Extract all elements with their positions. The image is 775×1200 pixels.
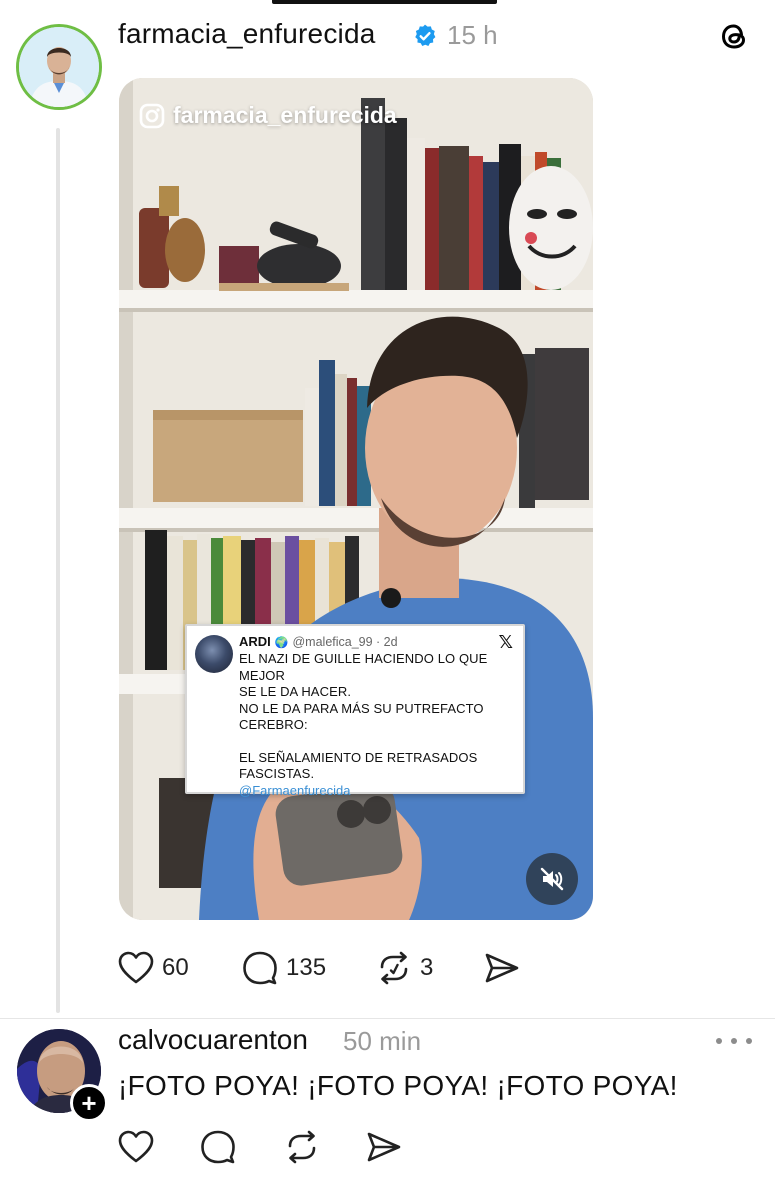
- tweet-author-name: ARDI: [239, 634, 271, 649]
- reply-actions: [118, 1126, 402, 1168]
- more-dots-icon[interactable]: [716, 1035, 752, 1047]
- reply-count: 135: [286, 954, 327, 981]
- post-timestamp: 15 h: [447, 20, 498, 50]
- tweet-handle: @malefica_99 · 2d: [292, 635, 398, 649]
- reply-author-username[interactable]: calvocuarenton: [118, 1024, 308, 1056]
- watermark-username: farmacia_enfurecida: [173, 102, 397, 128]
- speaker-muted-icon: [540, 867, 564, 891]
- verified-badge-icon: [415, 24, 436, 46]
- tweet-avatar: [195, 635, 233, 673]
- reply-like-button[interactable]: [118, 1130, 200, 1164]
- like-count: 60: [162, 954, 189, 981]
- tweet-line: NO LE DA PARA MÁS SU PUTREFACTO: [239, 700, 484, 716]
- tweet-line: EL NAZI DE GUILLE HACIENDO LO QUE MEJOR: [239, 651, 488, 683]
- tweet-text: EL NAZI DE GUILLE HACIENDO LO QUE MEJOR …: [239, 651, 513, 783]
- repost-icon: [380, 951, 408, 985]
- author-username[interactable]: farmacia_enfurecida: [118, 18, 376, 50]
- heart-icon: [118, 1130, 154, 1163]
- tweet-line: SE LE DA HACER.: [239, 684, 352, 699]
- follow-plus-button[interactable]: +: [70, 1084, 108, 1122]
- threads-logo-icon[interactable]: [716, 18, 752, 54]
- video-watermark: farmacia_enfurecida: [139, 102, 397, 129]
- reply-timestamp: 50 min: [343, 1026, 422, 1056]
- reply-text: ¡FOTO POYA! ¡FOTO POYA! ¡FOTO POYA!: [118, 1070, 678, 1101]
- post-actions: 60 135 3: [118, 946, 520, 990]
- reply-repost-button[interactable]: [284, 1130, 366, 1164]
- like-button[interactable]: 60: [118, 951, 242, 985]
- instagram-icon: [139, 103, 165, 128]
- send-icon: [367, 1132, 401, 1162]
- x-logo-icon: 𝕏: [498, 632, 513, 652]
- repost-icon: [288, 1130, 316, 1164]
- repost-button[interactable]: 3: [376, 951, 484, 985]
- comment-button[interactable]: 135: [242, 951, 376, 985]
- thread-line: [56, 128, 60, 1013]
- top-indicator: [272, 0, 497, 4]
- reply-share-button[interactable]: [366, 1130, 402, 1164]
- tweet-mention: @Farmaenfurecida: [239, 782, 351, 798]
- comment-bubble-icon: [243, 951, 277, 985]
- dot: [716, 1038, 722, 1044]
- embedded-tweet-card: 𝕏 ARDI 🌍 @malefica_99 · 2d EL NAZI DE GU…: [185, 624, 525, 798]
- heart-icon: [118, 951, 154, 984]
- tweet-line: FASCISTAS.: [239, 766, 315, 781]
- tweet-line: CEREBRO:: [239, 717, 308, 732]
- post-video[interactable]: farmacia_enfurecida 𝕏 ARDI 🌍 @malefica_9…: [119, 78, 593, 920]
- dot: [731, 1038, 737, 1044]
- repost-count: 3: [420, 954, 434, 981]
- author-avatar[interactable]: [16, 24, 102, 110]
- dot: [746, 1038, 752, 1044]
- send-icon: [485, 953, 519, 983]
- share-button[interactable]: [484, 951, 520, 985]
- post-divider: [0, 1018, 775, 1019]
- globe-emoji-icon: 🌍: [274, 637, 289, 649]
- comment-bubble-icon: [201, 1130, 235, 1164]
- mute-button[interactable]: [526, 853, 578, 905]
- tweet-line: EL SEÑALAMIENTO DE RETRASADOS: [239, 749, 478, 765]
- reply-comment-button[interactable]: [200, 1130, 284, 1164]
